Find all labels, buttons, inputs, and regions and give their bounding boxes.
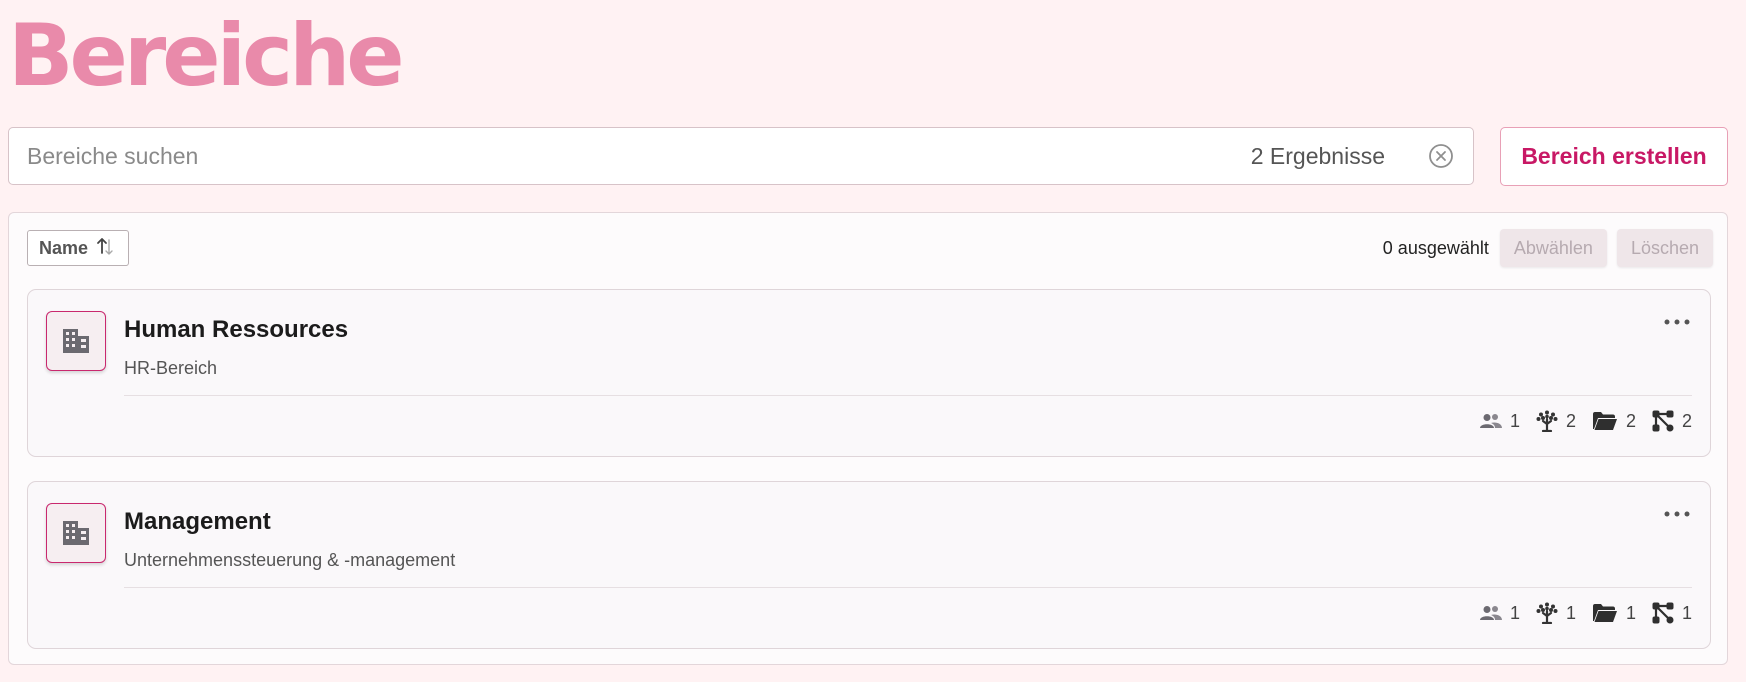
members-count: 1 <box>1509 410 1520 431</box>
tree-icon <box>1536 602 1558 624</box>
area-stats: 1 2 2 2 <box>1479 410 1692 432</box>
sort-ascending-icon <box>96 236 114 261</box>
clear-search-icon[interactable] <box>1427 142 1455 170</box>
area-description: HR-Bereich <box>124 358 218 378</box>
processes-stat: 1 <box>1652 602 1692 624</box>
more-options-icon[interactable] <box>1662 504 1692 524</box>
delete-button[interactable]: Löschen <box>1616 229 1713 267</box>
area-description: Unternehmenssteuerung & -management <box>124 550 456 570</box>
folders-stat: 1 <box>1592 603 1636 624</box>
area-card[interactable]: Human Ressources HR-Bereich 1 2 2 2 <box>27 289 1711 457</box>
area-name: Human Ressources <box>124 316 349 343</box>
search-bar: 2 Ergebnisse <box>8 127 1474 185</box>
folder-open-icon <box>1592 603 1618 623</box>
building-icon <box>46 503 106 563</box>
selected-count: 0 ausgewählt <box>1382 237 1489 258</box>
area-stats: 1 1 1 1 <box>1479 602 1692 624</box>
folder-open-icon <box>1592 411 1618 431</box>
trees-stat: 2 <box>1536 410 1576 432</box>
processes-stat: 2 <box>1652 410 1692 432</box>
deselect-button[interactable]: Abwählen <box>1499 229 1607 267</box>
process-graph-icon <box>1652 410 1674 432</box>
card-divider <box>124 587 1692 588</box>
processes-count: 2 <box>1681 410 1692 431</box>
area-name: Management <box>124 508 271 535</box>
members-stat: 1 <box>1479 410 1520 432</box>
trees-stat: 1 <box>1536 602 1576 624</box>
folders-count: 2 <box>1625 410 1636 431</box>
sort-by-name-button[interactable]: Name <box>27 230 129 266</box>
page-title: Bereiche <box>8 6 405 106</box>
sort-label: Name <box>39 237 89 258</box>
result-count: 2 Ergebnisse <box>1250 142 1385 169</box>
folders-stat: 2 <box>1592 411 1636 432</box>
members-count: 1 <box>1509 602 1520 623</box>
building-icon <box>46 311 106 371</box>
search-input[interactable] <box>9 127 1251 185</box>
area-card[interactable]: Management Unternehmenssteuerung & -mana… <box>27 481 1711 649</box>
processes-count: 1 <box>1681 602 1692 623</box>
trees-count: 2 <box>1565 410 1576 431</box>
more-options-icon[interactable] <box>1662 312 1692 332</box>
members-stat: 1 <box>1479 602 1520 624</box>
tree-icon <box>1536 410 1558 432</box>
people-icon <box>1479 413 1502 429</box>
create-area-button[interactable]: Bereich erstellen <box>1500 127 1728 186</box>
card-divider <box>124 395 1692 396</box>
folders-count: 1 <box>1625 602 1636 623</box>
area-list-panel: Name 0 ausgewählt Abwählen Löschen Human… <box>8 212 1728 665</box>
selection-bar: 0 ausgewählt Abwählen Löschen <box>1383 229 1713 267</box>
process-graph-icon <box>1652 602 1674 624</box>
people-icon <box>1479 605 1502 621</box>
trees-count: 1 <box>1565 602 1576 623</box>
